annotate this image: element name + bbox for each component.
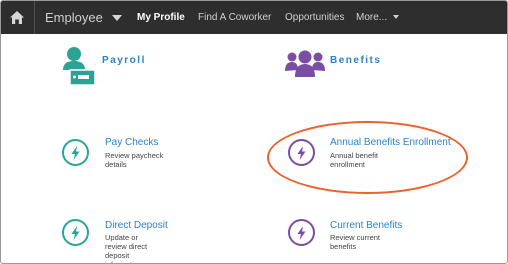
direct-deposit-description: Update or review direct deposit informat… (105, 233, 148, 263)
payroll-person-icon (61, 46, 97, 86)
nav-link-my-profile[interactable]: My Profile (137, 12, 185, 23)
current-benefits-description: Review current benefits (330, 233, 381, 251)
pay-checks-link[interactable]: Pay Checks (105, 137, 158, 148)
benefits-section-title[interactable]: Benefits (330, 55, 381, 66)
nav-link-opportunities[interactable]: Opportunities (285, 12, 344, 23)
employee-menu-label: Employee (45, 10, 103, 25)
nav-divider (34, 1, 35, 34)
direct-deposit-link[interactable]: Direct Deposit (105, 220, 168, 231)
chevron-down-icon (111, 14, 122, 21)
nav-link-find-a-coworker[interactable]: Find A Coworker (198, 12, 271, 23)
highlight-annotation-ring (267, 121, 468, 194)
people-group-icon (285, 48, 325, 77)
current-benefits-link[interactable]: Current Benefits (330, 220, 402, 231)
top-navigation-bar: Employee My Profile Find A Coworker Oppo… (1, 1, 507, 34)
nav-more-menu[interactable]: More... (356, 12, 400, 23)
lightning-bolt-icon[interactable] (288, 219, 315, 246)
lightning-bolt-icon[interactable] (62, 219, 89, 246)
pay-checks-description: Review paycheck details (105, 151, 164, 169)
payroll-section-title[interactable]: Payroll (102, 55, 146, 66)
chevron-down-icon (393, 15, 400, 20)
home-icon[interactable] (7, 6, 27, 28)
nav-link-more: More... (356, 12, 388, 23)
portal-frame: Employee My Profile Find A Coworker Oppo… (0, 0, 508, 264)
employee-menu[interactable]: Employee (45, 10, 122, 25)
lightning-bolt-icon[interactable] (62, 139, 89, 166)
